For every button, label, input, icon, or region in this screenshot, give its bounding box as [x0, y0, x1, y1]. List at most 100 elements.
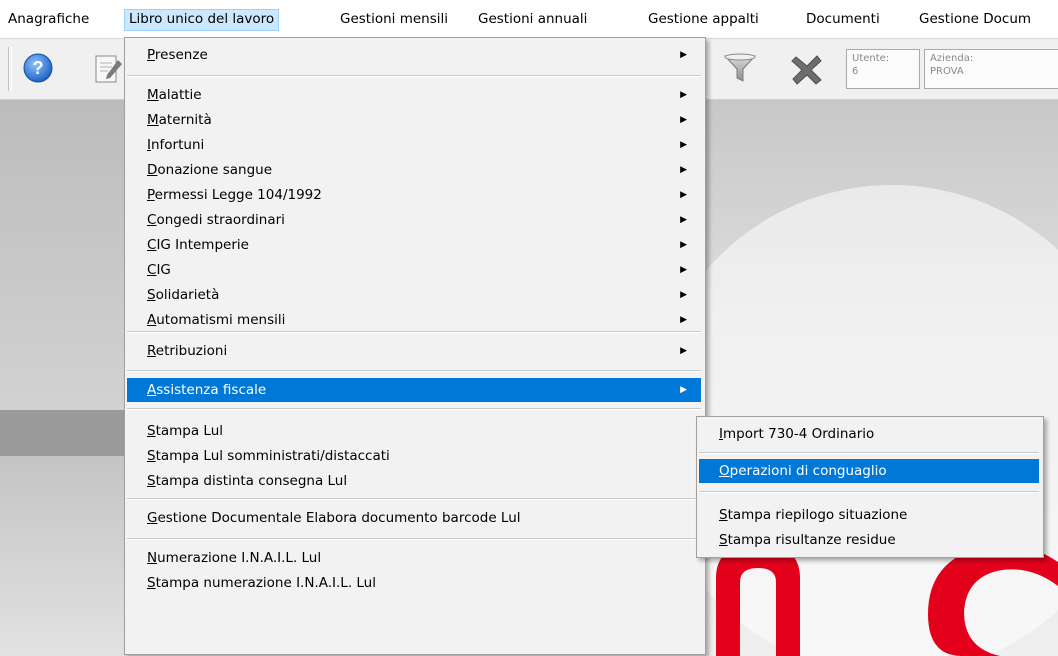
menu-item-mnemonic: S	[147, 287, 156, 303]
menu-item-assistenza-fiscale[interactable]: Assistenza fiscale ▶	[127, 378, 701, 402]
menu-item-retribuzioni[interactable]: Retribuzioni ▶	[127, 339, 701, 363]
filter-button[interactable]	[722, 51, 758, 89]
menu-item-infortuni[interactable]: Infortuni ▶	[127, 133, 701, 157]
menu-item-label: tampa distinta consegna Lul	[155, 473, 348, 489]
menu-item-label: perazioni di conguaglio	[729, 463, 887, 479]
menu-item-label: tampa Lul	[155, 423, 224, 439]
submenu-arrow-icon: ▶	[680, 50, 687, 60]
delete-x-icon	[791, 55, 822, 85]
menubar-item-gestioni-mensili[interactable]: Gestioni mensili	[336, 9, 452, 31]
menu-item-mnemonic: A	[147, 312, 157, 328]
submenu-arrow-icon: ▶	[680, 290, 687, 300]
menu-item-mnemonic: A	[147, 382, 157, 398]
menu-separator	[127, 538, 701, 540]
menu-item-automatismi-mensili[interactable]: Automatismi mensili ▶	[127, 308, 701, 332]
menu-item-congedi-straordinari[interactable]: Congedi straordinari ▶	[127, 208, 701, 232]
menu-item-label: ssistenza fiscale	[156, 382, 267, 398]
menu-item-maternita[interactable]: Maternità ▶	[127, 108, 701, 132]
menu-item-stampa-distinta-consegna-lul[interactable]: Stampa distinta consegna Lul	[127, 469, 701, 493]
menu-item-stampa-lul[interactable]: Stampa Lul	[127, 419, 701, 443]
menu-item-import-730-4-ordinario[interactable]: Import 730-4 Ordinario	[699, 422, 1039, 446]
edit-document-button[interactable]	[92, 52, 124, 90]
svg-text:?: ?	[33, 58, 44, 78]
menubar-item-gestione-documentale[interactable]: Gestione Docum	[915, 9, 1035, 31]
menu-item-solidarieta[interactable]: Solidarietà ▶	[127, 283, 701, 307]
submenu-arrow-icon: ▶	[680, 165, 687, 175]
submenu-arrow-icon: ▶	[680, 140, 687, 150]
left-panel-band	[0, 456, 132, 656]
help-button[interactable]: ?	[22, 52, 54, 88]
menu-item-presenze[interactable]: Presenze ▶	[127, 43, 701, 67]
utente-info: Utente: 6	[846, 49, 920, 89]
delete-button[interactable]	[790, 53, 824, 89]
menu-item-mnemonic: O	[719, 463, 730, 479]
menu-item-cig[interactable]: CIG ▶	[127, 258, 701, 282]
menu-item-label: alattie	[158, 87, 202, 103]
menu-item-stampa-numerazione-i-n-a-i-l-lul[interactable]: Stampa numerazione I.N.A.I.L. Lul	[127, 571, 701, 595]
help-icon: ?	[23, 53, 53, 83]
menu-item-stampa-risultanze-residue[interactable]: Stampa risultanze residue	[699, 528, 1039, 552]
azienda-value: PROVA	[930, 66, 964, 77]
submenu-assistenza-fiscale: Import 730-4 Ordinario Operazioni di cong…	[696, 416, 1044, 558]
submenu-arrow-icon: ▶	[680, 385, 687, 395]
menu-separator	[127, 498, 701, 500]
menu-item-mnemonic: S	[719, 507, 728, 523]
menu-item-label: resenze	[154, 47, 208, 63]
menu-separator	[127, 408, 701, 410]
submenu-arrow-icon: ▶	[680, 215, 687, 225]
menu-item-label: tampa numerazione I.N.A.I.L. Lul	[155, 575, 376, 591]
menu-item-label: tampa risultanze residue	[727, 532, 896, 548]
menu-item-mnemonic: M	[147, 87, 159, 103]
menu-bar: Anagrafiche Libro unico del lavoro Gesti…	[0, 0, 1058, 38]
submenu-arrow-icon: ▶	[680, 315, 687, 325]
menubar-item-gestioni-annuali[interactable]: Gestioni annuali	[474, 9, 591, 31]
menu-item-label: estione Documentale Elabora documento ba…	[157, 510, 521, 526]
utente-label: Utente:	[852, 53, 890, 64]
menu-item-cig-intemperie[interactable]: CIG Intemperie ▶	[127, 233, 701, 257]
menu-item-label: nfortuni	[150, 137, 205, 153]
menu-item-mnemonic: P	[147, 47, 155, 63]
menu-item-mnemonic: R	[147, 343, 156, 359]
menu-item-label: olidarietà	[155, 287, 220, 303]
dropdown-libro-unico-del-lavoro: Presenze ▶ Malattie ▶ Maternità ▶ Infortuni ▶ Do…	[124, 37, 706, 655]
menu-item-label: umerazione I.N.A.I.L. Lul	[157, 550, 322, 566]
submenu-arrow-icon: ▶	[680, 265, 687, 275]
menu-item-label: onazione sangue	[157, 162, 273, 178]
menu-item-numerazione-i-n-a-i-l-lul[interactable]: Numerazione I.N.A.I.L. Lul	[127, 546, 701, 570]
menu-separator	[127, 370, 701, 372]
menu-item-mnemonic: D	[147, 162, 158, 178]
menu-item-mnemonic: S	[719, 532, 728, 548]
filter-icon	[723, 53, 757, 82]
menubar-item-anagrafiche[interactable]: Anagrafiche	[4, 9, 93, 31]
menu-item-stampa-lul-somministrati-distaccati[interactable]: Stampa Lul somministrati/distaccati	[127, 444, 701, 468]
menu-item-gestione-documentale-elabora-documento-barcode-lul[interactable]: Gestione Documentale Elabora documento b…	[127, 506, 701, 530]
menu-item-mnemonic: N	[147, 550, 158, 566]
menubar-item-documenti[interactable]: Documenti	[802, 9, 884, 31]
submenu-arrow-icon: ▶	[680, 240, 687, 250]
menu-item-label: utomatismi mensili	[156, 312, 286, 328]
left-panel-band	[0, 100, 132, 410]
menu-item-label: aternità	[158, 112, 212, 128]
toolbar-grip	[8, 47, 12, 91]
menu-item-label: etribuzioni	[155, 343, 228, 359]
submenu-arrow-icon: ▶	[680, 90, 687, 100]
menu-item-malattie[interactable]: Malattie ▶	[127, 83, 701, 107]
menubar-item-libro-unico-del-lavoro[interactable]: Libro unico del lavoro	[124, 9, 280, 31]
menu-item-mnemonic: G	[147, 510, 158, 526]
menu-item-label: tampa riepilogo situazione	[727, 507, 908, 523]
menu-item-permessi-legge-104-1992[interactable]: Permessi Legge 104/1992 ▶	[127, 183, 701, 207]
menubar-item-gestione-appalti[interactable]: Gestione appalti	[644, 9, 763, 31]
utente-value: 6	[852, 66, 859, 77]
menu-separator	[127, 75, 701, 77]
menu-item-mnemonic: S	[147, 423, 156, 439]
submenu-arrow-icon: ▶	[680, 190, 687, 200]
menu-item-label: ermessi Legge 104/1992	[154, 187, 322, 203]
menu-item-mnemonic: S	[147, 448, 156, 464]
submenu-arrow-icon: ▶	[680, 115, 687, 125]
menu-item-stampa-riepilogo-situazione[interactable]: Stampa riepilogo situazione	[699, 503, 1039, 527]
menu-item-donazione-sangue[interactable]: Donazione sangue ▶	[127, 158, 701, 182]
menu-item-label: mport 730-4 Ordinario	[722, 426, 875, 442]
menu-item-mnemonic: S	[147, 575, 156, 591]
menu-item-operazioni-di-conguaglio[interactable]: Operazioni di conguaglio	[699, 459, 1039, 483]
menu-item-label: IG Intemperie	[156, 237, 249, 253]
